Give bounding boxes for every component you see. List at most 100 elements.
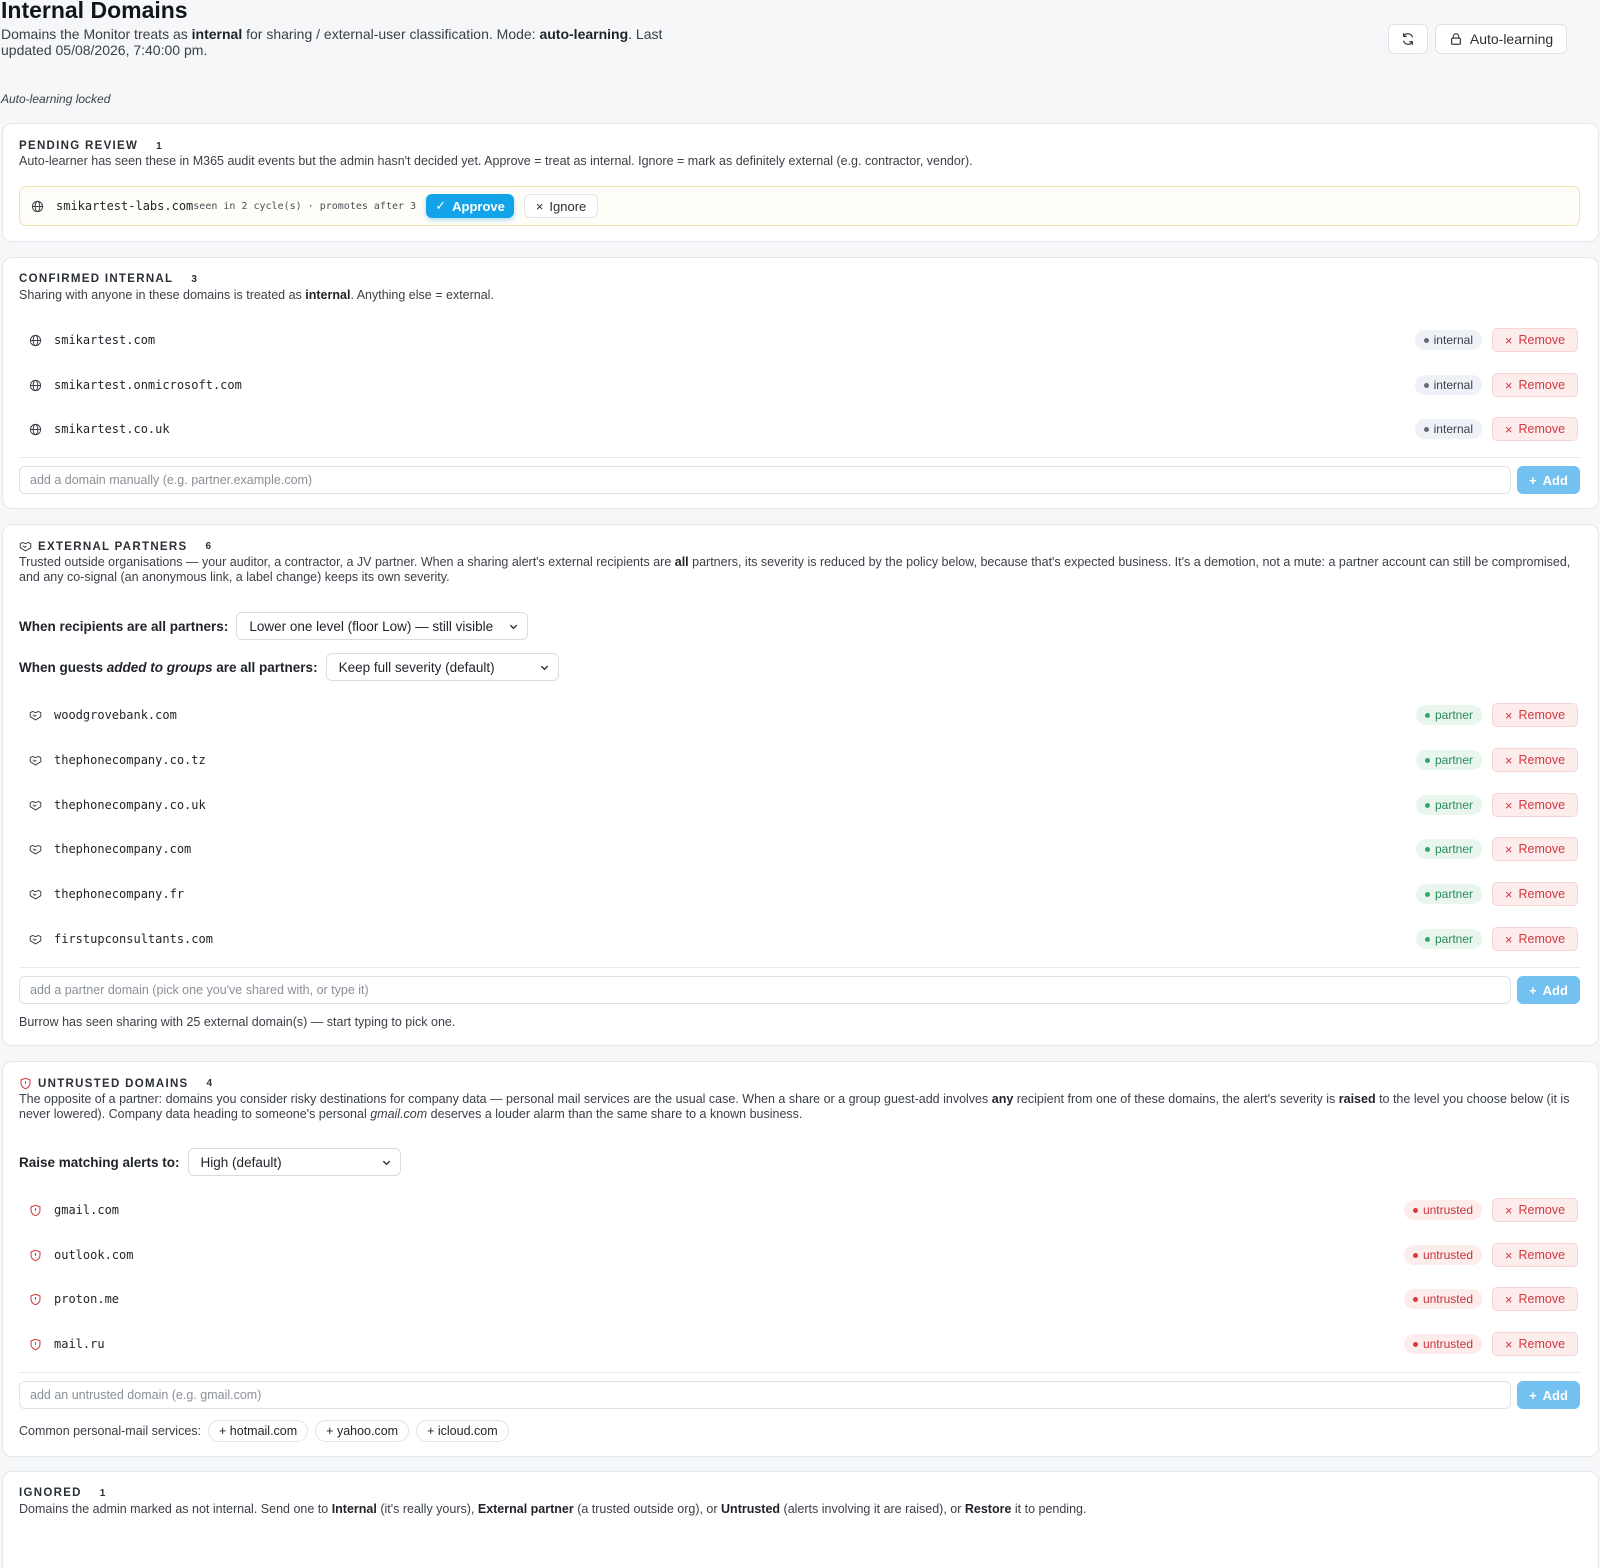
untrusted-raise-policy: Raise matching alerts to: High (default) [19, 1148, 401, 1176]
remove-button[interactable]: × Remove [1492, 1198, 1578, 1222]
remove-label: Remove [1518, 1292, 1566, 1306]
domain-name: proton.me [54, 1292, 120, 1306]
approve-button[interactable]: ✓ Approve [426, 194, 515, 218]
desc-text: (alerts involving it are raised), or [780, 1502, 965, 1516]
section-title-text: UNTRUSTED DOMAINS [38, 1077, 189, 1090]
auto-learning-locked-note: Auto-learning locked [1, 92, 111, 106]
external-partners-card: EXTERNAL PARTNERS 6 Trusted outside orga… [2, 524, 1599, 1046]
desc-bold: any [991, 1092, 1014, 1106]
remove-button[interactable]: × Remove [1492, 1243, 1578, 1267]
subtitle-mode: auto-learning [539, 26, 629, 42]
ignored-card: IGNORED 1 Domains the admin marked as no… [2, 1471, 1599, 1568]
untrusted-domains-description: The opposite of a partner: domains you c… [19, 1092, 1580, 1122]
page-subtitle: Domains the Monitor treats as internal f… [1, 26, 691, 58]
partner-recipients-policy-select[interactable]: Lower one level (floor Low) — still visi… [236, 612, 529, 640]
desc-text: The opposite of a partner: domains you c… [19, 1092, 992, 1106]
add-internal-domain-button[interactable]: + Add [1517, 466, 1580, 494]
desc-bold: Untrusted [721, 1502, 781, 1516]
close-icon: × [1504, 1336, 1513, 1352]
partner-group-guests-policy: When guests added to groups are all part… [19, 653, 559, 681]
policy-label: When recipients are all partners: [19, 618, 229, 634]
pending-review-card: PENDING REVIEW 1 Auto-learner has seen t… [2, 123, 1599, 242]
untrusted-badge: untrusted [1403, 1289, 1482, 1309]
policy-label: When guests added to groups are all part… [19, 660, 318, 675]
add-hotmail-chip[interactable]: + hotmail.com [208, 1420, 309, 1442]
plus-icon: + [1529, 472, 1537, 488]
add-internal-domain-input[interactable] [19, 466, 1511, 494]
remove-button[interactable]: × Remove [1492, 328, 1578, 352]
close-icon: × [1504, 1247, 1513, 1263]
remove-label: Remove [1518, 887, 1566, 901]
shield-alert-icon [29, 1249, 42, 1262]
domain-name: outlook.com [54, 1248, 134, 1262]
partner-badge: partner [1415, 929, 1482, 949]
refresh-button[interactable] [1388, 24, 1428, 54]
add-partner-domain-input[interactable] [19, 976, 1511, 1004]
desc-text: recipient from one of these domains, the… [1013, 1092, 1339, 1106]
close-icon: × [1504, 1202, 1513, 1218]
chevron-down-icon [382, 1160, 390, 1165]
section-count: 6 [205, 541, 212, 552]
add-icloud-chip[interactable]: + icloud.com [416, 1420, 509, 1442]
page-header: Internal Domains Domains the Monitor tre… [1, 0, 1599, 76]
badge-label: internal [1433, 333, 1473, 347]
divider [19, 1372, 1580, 1373]
add-yahoo-chip[interactable]: + yahoo.com [315, 1420, 410, 1442]
close-icon: × [1504, 421, 1513, 437]
auto-learning-button[interactable]: Auto-learning [1435, 24, 1567, 54]
untrusted-domain-row: gmail.com untrusted × Remove [19, 1193, 1580, 1227]
partner-domain-row: thephonecompany.co.uk partner × Remove [19, 788, 1580, 822]
chevron-down-icon [510, 624, 518, 629]
partner-hint: Burrow has seen sharing with 25 external… [19, 1015, 456, 1029]
add-untrusted-domain-input[interactable] [19, 1381, 1511, 1409]
remove-button[interactable]: × Remove [1492, 837, 1578, 861]
badge-label: partner [1434, 708, 1473, 722]
plus-icon: + [1529, 1387, 1537, 1403]
partner-badge: partner [1415, 750, 1482, 770]
lock-icon [1450, 33, 1461, 45]
add-untrusted-domain-button[interactable]: + Add [1517, 1381, 1580, 1409]
internal-badge: internal [1414, 330, 1482, 350]
remove-button[interactable]: × Remove [1492, 927, 1578, 951]
close-icon: × [1504, 377, 1513, 393]
desc-text: (it's really yours), [376, 1502, 478, 1516]
domain-name: thephonecompany.co.tz [54, 753, 206, 767]
badge-label: internal [1433, 378, 1473, 392]
domain-name: mail.ru [54, 1337, 105, 1351]
remove-button[interactable]: × Remove [1492, 748, 1578, 772]
desc-bold: all [674, 555, 689, 569]
remove-button[interactable]: × Remove [1492, 1332, 1578, 1356]
desc-bold: raised [1338, 1092, 1376, 1106]
remove-button[interactable]: × Remove [1492, 882, 1578, 906]
external-partners-title: EXTERNAL PARTNERS 6 [19, 540, 211, 553]
pending-domain: smikartest-labs.com [56, 199, 194, 213]
desc-text: Sharing with anyone in these domains is … [19, 288, 306, 302]
add-partner-domain-row: + Add [19, 976, 1580, 1004]
policy-label-em: added to groups [106, 659, 213, 675]
partner-badge: partner [1415, 795, 1482, 815]
add-partner-domain-button[interactable]: + Add [1517, 976, 1580, 1004]
untrusted-badge: untrusted [1403, 1334, 1482, 1354]
internal-badge: internal [1414, 419, 1482, 439]
remove-button[interactable]: × Remove [1492, 1287, 1578, 1311]
internal-badge: internal [1414, 375, 1482, 395]
untrusted-domain-row: mail.ru untrusted × Remove [19, 1327, 1580, 1361]
section-title-text: IGNORED [19, 1487, 82, 1499]
untrusted-raise-policy-select[interactable]: High (default) [187, 1148, 401, 1176]
remove-button[interactable]: × Remove [1492, 373, 1578, 397]
partner-group-guests-policy-select[interactable]: Keep full severity (default) [325, 653, 559, 681]
remove-button[interactable]: × Remove [1492, 793, 1578, 817]
desc-text: . Anything else = external. [350, 288, 494, 302]
desc-bold: External partner [477, 1502, 574, 1516]
desc-em: gmail.com [370, 1107, 428, 1121]
partner-badge: partner [1415, 705, 1482, 725]
domain-name: thephonecompany.com [54, 842, 192, 856]
globe-icon [29, 423, 42, 436]
ignore-button[interactable]: × Ignore [524, 194, 599, 218]
section-title-text: EXTERNAL PARTNERS [38, 540, 188, 553]
remove-button[interactable]: × Remove [1492, 417, 1578, 441]
ignored-title: IGNORED 1 [19, 1487, 105, 1499]
domain-name: gmail.com [54, 1203, 120, 1217]
remove-button[interactable]: × Remove [1492, 703, 1578, 727]
partner-domain-row: thephonecompany.com partner × Remove [19, 832, 1580, 866]
